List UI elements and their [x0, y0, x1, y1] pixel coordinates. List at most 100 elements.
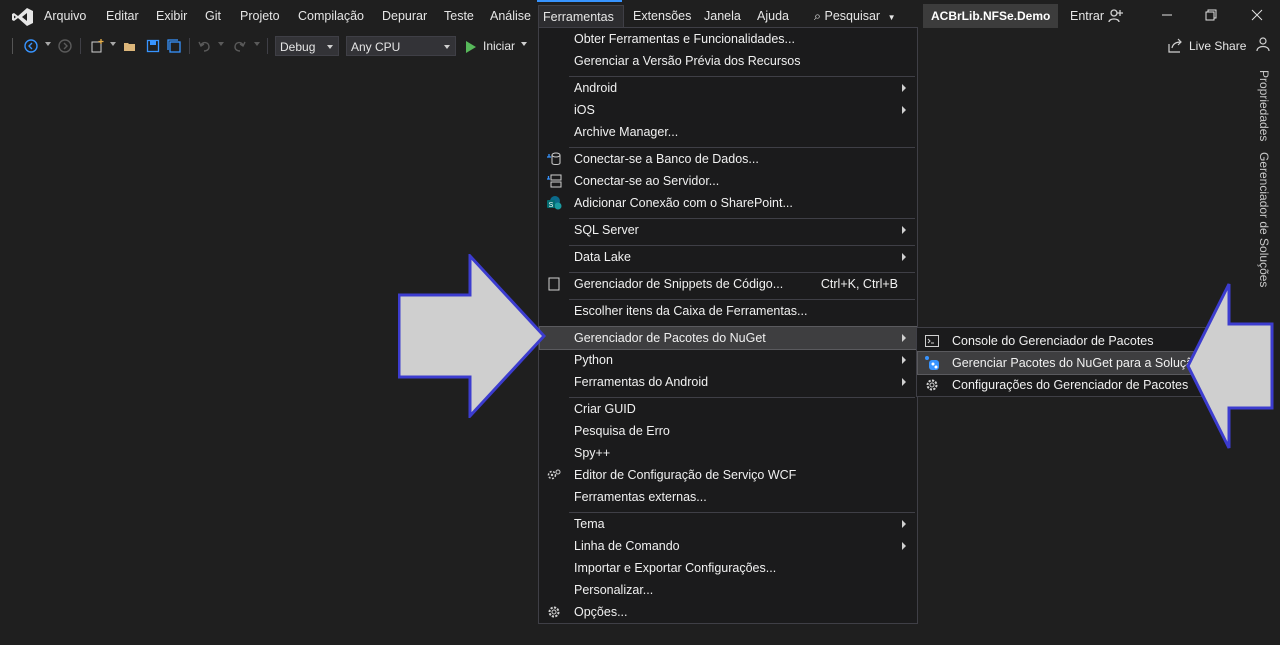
menu-item-label: Criar GUID [574, 402, 636, 416]
sign-in-button[interactable]: Entrar [1070, 6, 1104, 26]
chevron-down-icon [444, 45, 450, 49]
navigate-back-icon[interactable] [24, 39, 38, 53]
menu-item-obter-ferramentas[interactable]: Obter Ferramentas e Funcionalidades... [540, 28, 916, 50]
menu-item-linha-comando[interactable]: Linha de Comando [540, 535, 916, 557]
menu-item-snippets[interactable]: Gerenciador de Snippets de Código... Ctr… [540, 273, 916, 295]
menu-compilacao[interactable]: Compilação [294, 6, 368, 26]
menu-item-opcoes[interactable]: Opções... [540, 601, 916, 623]
redo-dropdown-caret[interactable] [254, 42, 260, 46]
person-add-icon[interactable] [1108, 8, 1124, 24]
navigate-forward-icon[interactable] [58, 39, 72, 53]
menu-item-label: Archive Manager... [574, 125, 679, 139]
toolbar-separator [189, 38, 190, 54]
menu-item-pesquisa-erro[interactable]: Pesquisa de Erro [540, 420, 916, 442]
solution-name-badge[interactable]: ACBrLib.NFSe.Demo [923, 4, 1059, 28]
menu-item-android[interactable]: Android [540, 77, 916, 99]
start-debugging-button[interactable]: Iniciar [462, 36, 515, 56]
redo-icon[interactable] [232, 39, 246, 53]
menu-item-nuget[interactable]: Gerenciador de Pacotes do NuGet [539, 326, 917, 350]
menu-item-data-lake[interactable]: Data Lake [540, 246, 916, 268]
menu-item-sharepoint[interactable]: S Adicionar Conexão com o SharePoint... [540, 192, 916, 214]
menu-arquivo[interactable]: Arquivo [40, 6, 90, 26]
menu-exibir[interactable]: Exibir [152, 6, 191, 26]
nuget-icon [925, 356, 939, 370]
menu-item-ios[interactable]: iOS [540, 99, 916, 121]
menu-depurar[interactable]: Depurar [378, 6, 431, 26]
tab-properties[interactable]: Propriedades [1257, 70, 1271, 141]
search-button[interactable]: ⌕ Pesquisar ▼ [814, 6, 896, 26]
menu-item-python[interactable]: Python [540, 349, 916, 371]
menu-item-label: Conectar-se a Banco de Dados... [574, 152, 759, 166]
menu-git[interactable]: Git [201, 6, 225, 26]
submenu-item-label: Console do Gerenciador de Pacotes [952, 334, 1154, 348]
menu-item-caixa-ferramentas[interactable]: Escolher itens da Caixa de Ferramentas..… [540, 300, 916, 322]
menu-ferramentas[interactable]: Ferramentas [538, 5, 624, 28]
solution-configuration-value: Debug [280, 40, 316, 54]
menu-item-importar-exportar[interactable]: Importar e Exportar Configurações... [540, 557, 916, 579]
menu-item-label: Conectar-se ao Servidor... [574, 174, 720, 188]
chevron-right-icon [902, 356, 906, 364]
active-menu-indicator [537, 0, 622, 2]
chevron-right-icon [902, 253, 906, 261]
back-dropdown-caret[interactable] [45, 42, 51, 46]
submenu-item-label: Configurações do Gerenciador de Pacotes [952, 378, 1189, 392]
save-all-icon[interactable] [167, 39, 181, 53]
sharepoint-icon: S [547, 196, 562, 210]
solution-platform-value: Any CPU [351, 40, 401, 54]
menu-ajuda[interactable]: Ajuda [753, 6, 793, 26]
menu-item-label: Editor de Configuração de Serviço WCF [574, 468, 797, 482]
minimize-icon[interactable] [1160, 8, 1174, 22]
database-connect-icon [547, 152, 561, 165]
menu-item-android-tools[interactable]: Ferramentas do Android [540, 371, 916, 393]
live-share-button[interactable]: Live Share [1168, 38, 1246, 54]
menu-item-label: Opções... [574, 605, 628, 619]
menu-item-conectar-banco[interactable]: Conectar-se a Banco de Dados... [540, 148, 916, 170]
menu-item-label: Ferramentas externas... [574, 490, 707, 504]
solution-platform-select[interactable]: Any CPU [346, 36, 456, 56]
undo-dropdown-caret[interactable] [218, 42, 224, 46]
menu-item-spy[interactable]: Spy++ [540, 442, 916, 464]
menu-item-sql-server[interactable]: SQL Server [540, 219, 916, 241]
menu-item-ferramentas-externas[interactable]: Ferramentas externas... [540, 486, 916, 508]
search-icon: ⌕ [814, 9, 822, 23]
tab-solution-explorer[interactable]: Gerenciador de Soluções [1257, 152, 1271, 287]
toolbar-separator [80, 38, 81, 54]
new-dropdown-caret[interactable] [110, 42, 116, 46]
menu-item-label: Python [574, 353, 613, 367]
chevron-down-icon: ▼ [887, 13, 896, 22]
menu-projeto[interactable]: Projeto [236, 6, 284, 26]
menu-item-conectar-servidor[interactable]: Conectar-se ao Servidor... [540, 170, 916, 192]
menu-item-archive-manager[interactable]: Archive Manager... [540, 121, 916, 143]
toolbar-grip [12, 38, 13, 54]
start-dropdown-caret[interactable] [521, 42, 527, 46]
menu-item-label: Adicionar Conexão com o SharePoint... [574, 196, 793, 210]
save-icon[interactable] [146, 39, 160, 53]
menu-item-wcf-editor[interactable]: Editor de Configuração de Serviço WCF [540, 464, 916, 486]
menu-item-personalizar[interactable]: Personalizar... [540, 579, 916, 601]
menu-item-label: iOS [574, 103, 595, 117]
menu-editar[interactable]: Editar [102, 6, 143, 26]
menu-extensoes[interactable]: Extensões [629, 6, 695, 26]
menu-analise[interactable]: Análise [486, 6, 535, 26]
open-folder-icon[interactable] [123, 39, 137, 53]
menu-item-label: Gerenciador de Snippets de Código... [574, 277, 784, 291]
undo-icon[interactable] [198, 39, 212, 53]
wcf-config-icon [547, 469, 561, 480]
menu-item-label: Data Lake [574, 250, 631, 264]
restore-icon[interactable] [1204, 8, 1218, 22]
new-project-icon[interactable] [90, 39, 104, 53]
menu-item-label: Spy++ [574, 446, 611, 460]
annotation-arrow-left-icon [1186, 283, 1274, 449]
menu-item-label: Linha de Comando [574, 539, 680, 553]
menu-teste[interactable]: Teste [440, 6, 478, 26]
menu-item-shortcut: Ctrl+K, Ctrl+B [820, 277, 898, 291]
visual-studio-logo-icon[interactable] [10, 7, 34, 27]
menu-item-tema[interactable]: Tema [540, 513, 916, 535]
person-icon[interactable] [1256, 37, 1270, 51]
solution-configuration-select[interactable]: Debug [275, 36, 339, 56]
menu-item-versao-previa[interactable]: Gerenciar a Versão Prévia dos Recursos [540, 50, 916, 72]
menu-janela[interactable]: Janela [700, 6, 745, 26]
chevron-right-icon [902, 226, 906, 234]
close-icon[interactable] [1250, 8, 1264, 22]
menu-item-criar-guid[interactable]: Criar GUID [540, 398, 916, 420]
